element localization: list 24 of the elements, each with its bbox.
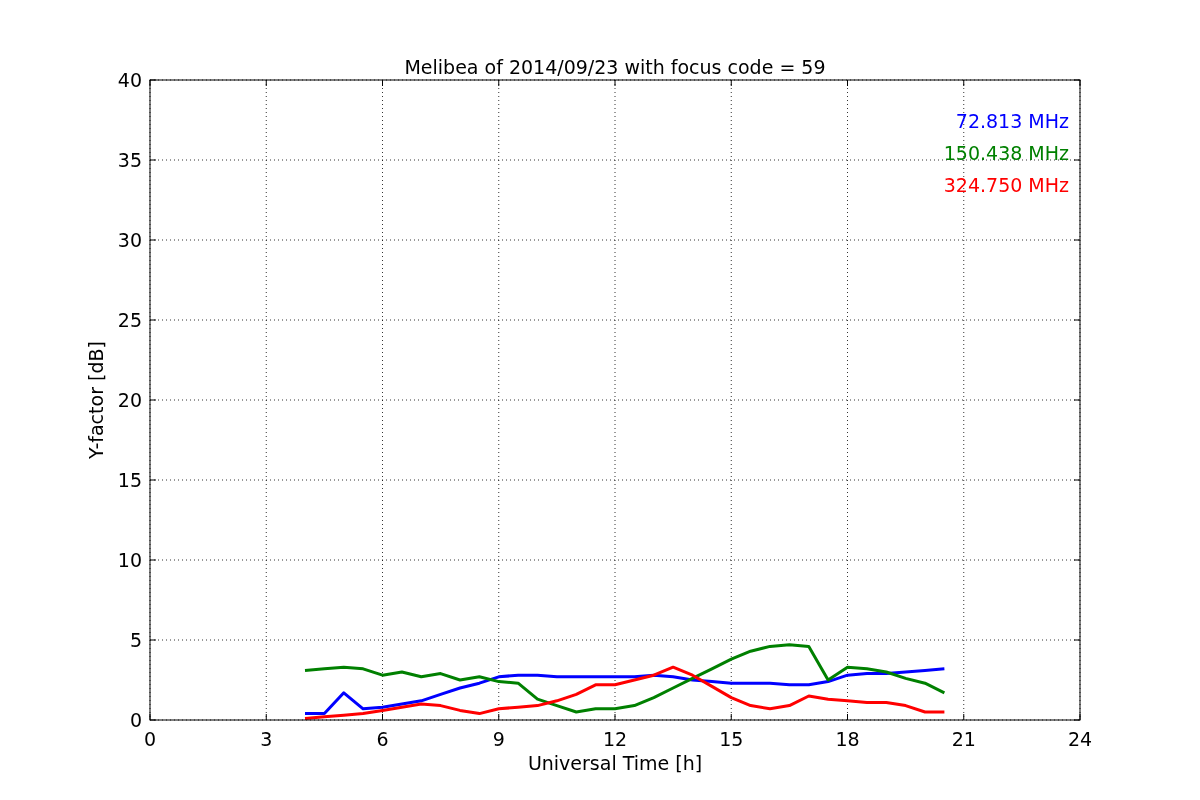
- y-tick-label: 20: [117, 389, 142, 411]
- x-tick-label: 9: [492, 728, 505, 750]
- legend-label: 324.750 MHz: [943, 174, 1069, 196]
- y-tick-label: 15: [117, 469, 142, 491]
- y-tick-label: 25: [117, 309, 142, 331]
- x-tick-label: 3: [260, 728, 273, 750]
- chart-title: Melibea of 2014/09/23 with focus code = 59: [404, 56, 826, 78]
- x-tick-label: 6: [376, 728, 389, 750]
- y-axis-label: Y-factor [dB]: [85, 341, 107, 459]
- y-tick-label: 35: [117, 149, 142, 171]
- x-tick-label: 24: [1067, 728, 1093, 750]
- x-tick-label: 15: [719, 728, 744, 750]
- y-tick-label: 0: [129, 709, 142, 731]
- y-tick-label: 5: [129, 629, 142, 651]
- x-tick-label: 12: [602, 728, 628, 750]
- x-axis-label: Universal Time [h]: [527, 752, 703, 774]
- x-tick-label: 18: [835, 728, 860, 750]
- x-tick-label: 21: [951, 728, 976, 750]
- legend-label: 150.438 MHz: [943, 142, 1069, 164]
- y-tick-label: 40: [117, 69, 142, 91]
- x-tick-label: 0: [143, 728, 157, 750]
- y-tick-label: 10: [117, 549, 142, 571]
- y-tick-label: 30: [117, 229, 142, 251]
- legend-label: 72.813 MHz: [955, 110, 1069, 132]
